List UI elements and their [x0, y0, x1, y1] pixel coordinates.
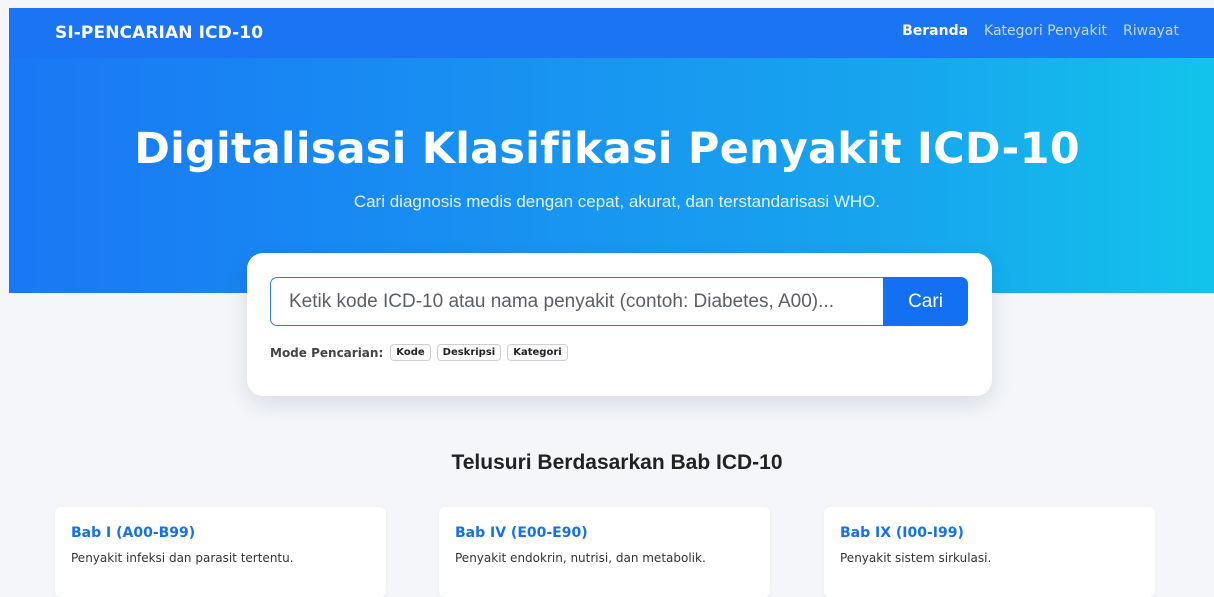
nav-link-riwayat[interactable]: Riwayat: [1123, 23, 1179, 39]
search-card: Cari Mode Pencarian: Kode Deskripsi Kate…: [247, 253, 992, 396]
search-mode-row: Mode Pencarian: Kode Deskripsi Kategori: [270, 344, 568, 361]
chapter-card-desc: Penyakit endokrin, nutrisi, dan metaboli…: [455, 551, 706, 565]
search-bar: Cari: [270, 277, 968, 326]
chapter-card-desc: Penyakit sistem sirkulasi.: [840, 551, 992, 565]
chapter-card-bab-iv[interactable]: Bab IV (E00-E90) Penyakit endokrin, nutr…: [439, 507, 770, 597]
mode-chip-deskripsi[interactable]: Deskripsi: [436, 344, 502, 361]
mode-chip-kode[interactable]: Kode: [390, 344, 431, 361]
chapter-card-title[interactable]: Bab IV (E00-E90): [455, 525, 754, 541]
brand-logo-text[interactable]: SI-PENCARIAN ICD-10: [55, 23, 263, 43]
chapter-card-title[interactable]: Bab IX (I00-I99): [840, 525, 1139, 541]
hero-subtitle: Cari diagnosis medis dengan cepat, akura…: [353, 192, 881, 211]
navbar: SI-PENCARIAN ICD-10 Beranda Kategori Pen…: [9, 8, 1214, 58]
search-mode-label: Mode Pencarian:: [270, 345, 384, 360]
chapters-section-title: Telusuri Berdasarkan Bab ICD-10: [451, 451, 783, 474]
chapter-card-bab-ix[interactable]: Bab IX (I00-I99) Penyakit sistem sirkula…: [824, 507, 1155, 597]
nav-links: Beranda Kategori Penyakit Riwayat: [902, 23, 1179, 39]
chapter-card-bab-i[interactable]: Bab I (A00-B99) Penyakit infeksi dan par…: [55, 507, 386, 597]
search-button[interactable]: Cari: [883, 277, 968, 326]
chapter-card-desc: Penyakit infeksi dan parasit tertentu.: [71, 551, 294, 565]
chapter-card-title[interactable]: Bab I (A00-B99): [71, 525, 370, 541]
search-input[interactable]: [270, 277, 883, 326]
nav-link-beranda[interactable]: Beranda: [902, 23, 968, 39]
hero-title: Digitalisasi Klasifikasi Penyakit ICD-10: [134, 124, 1080, 174]
nav-link-kategori-penyakit[interactable]: Kategori Penyakit: [984, 23, 1107, 39]
mode-chip-kategori[interactable]: Kategori: [507, 344, 568, 361]
